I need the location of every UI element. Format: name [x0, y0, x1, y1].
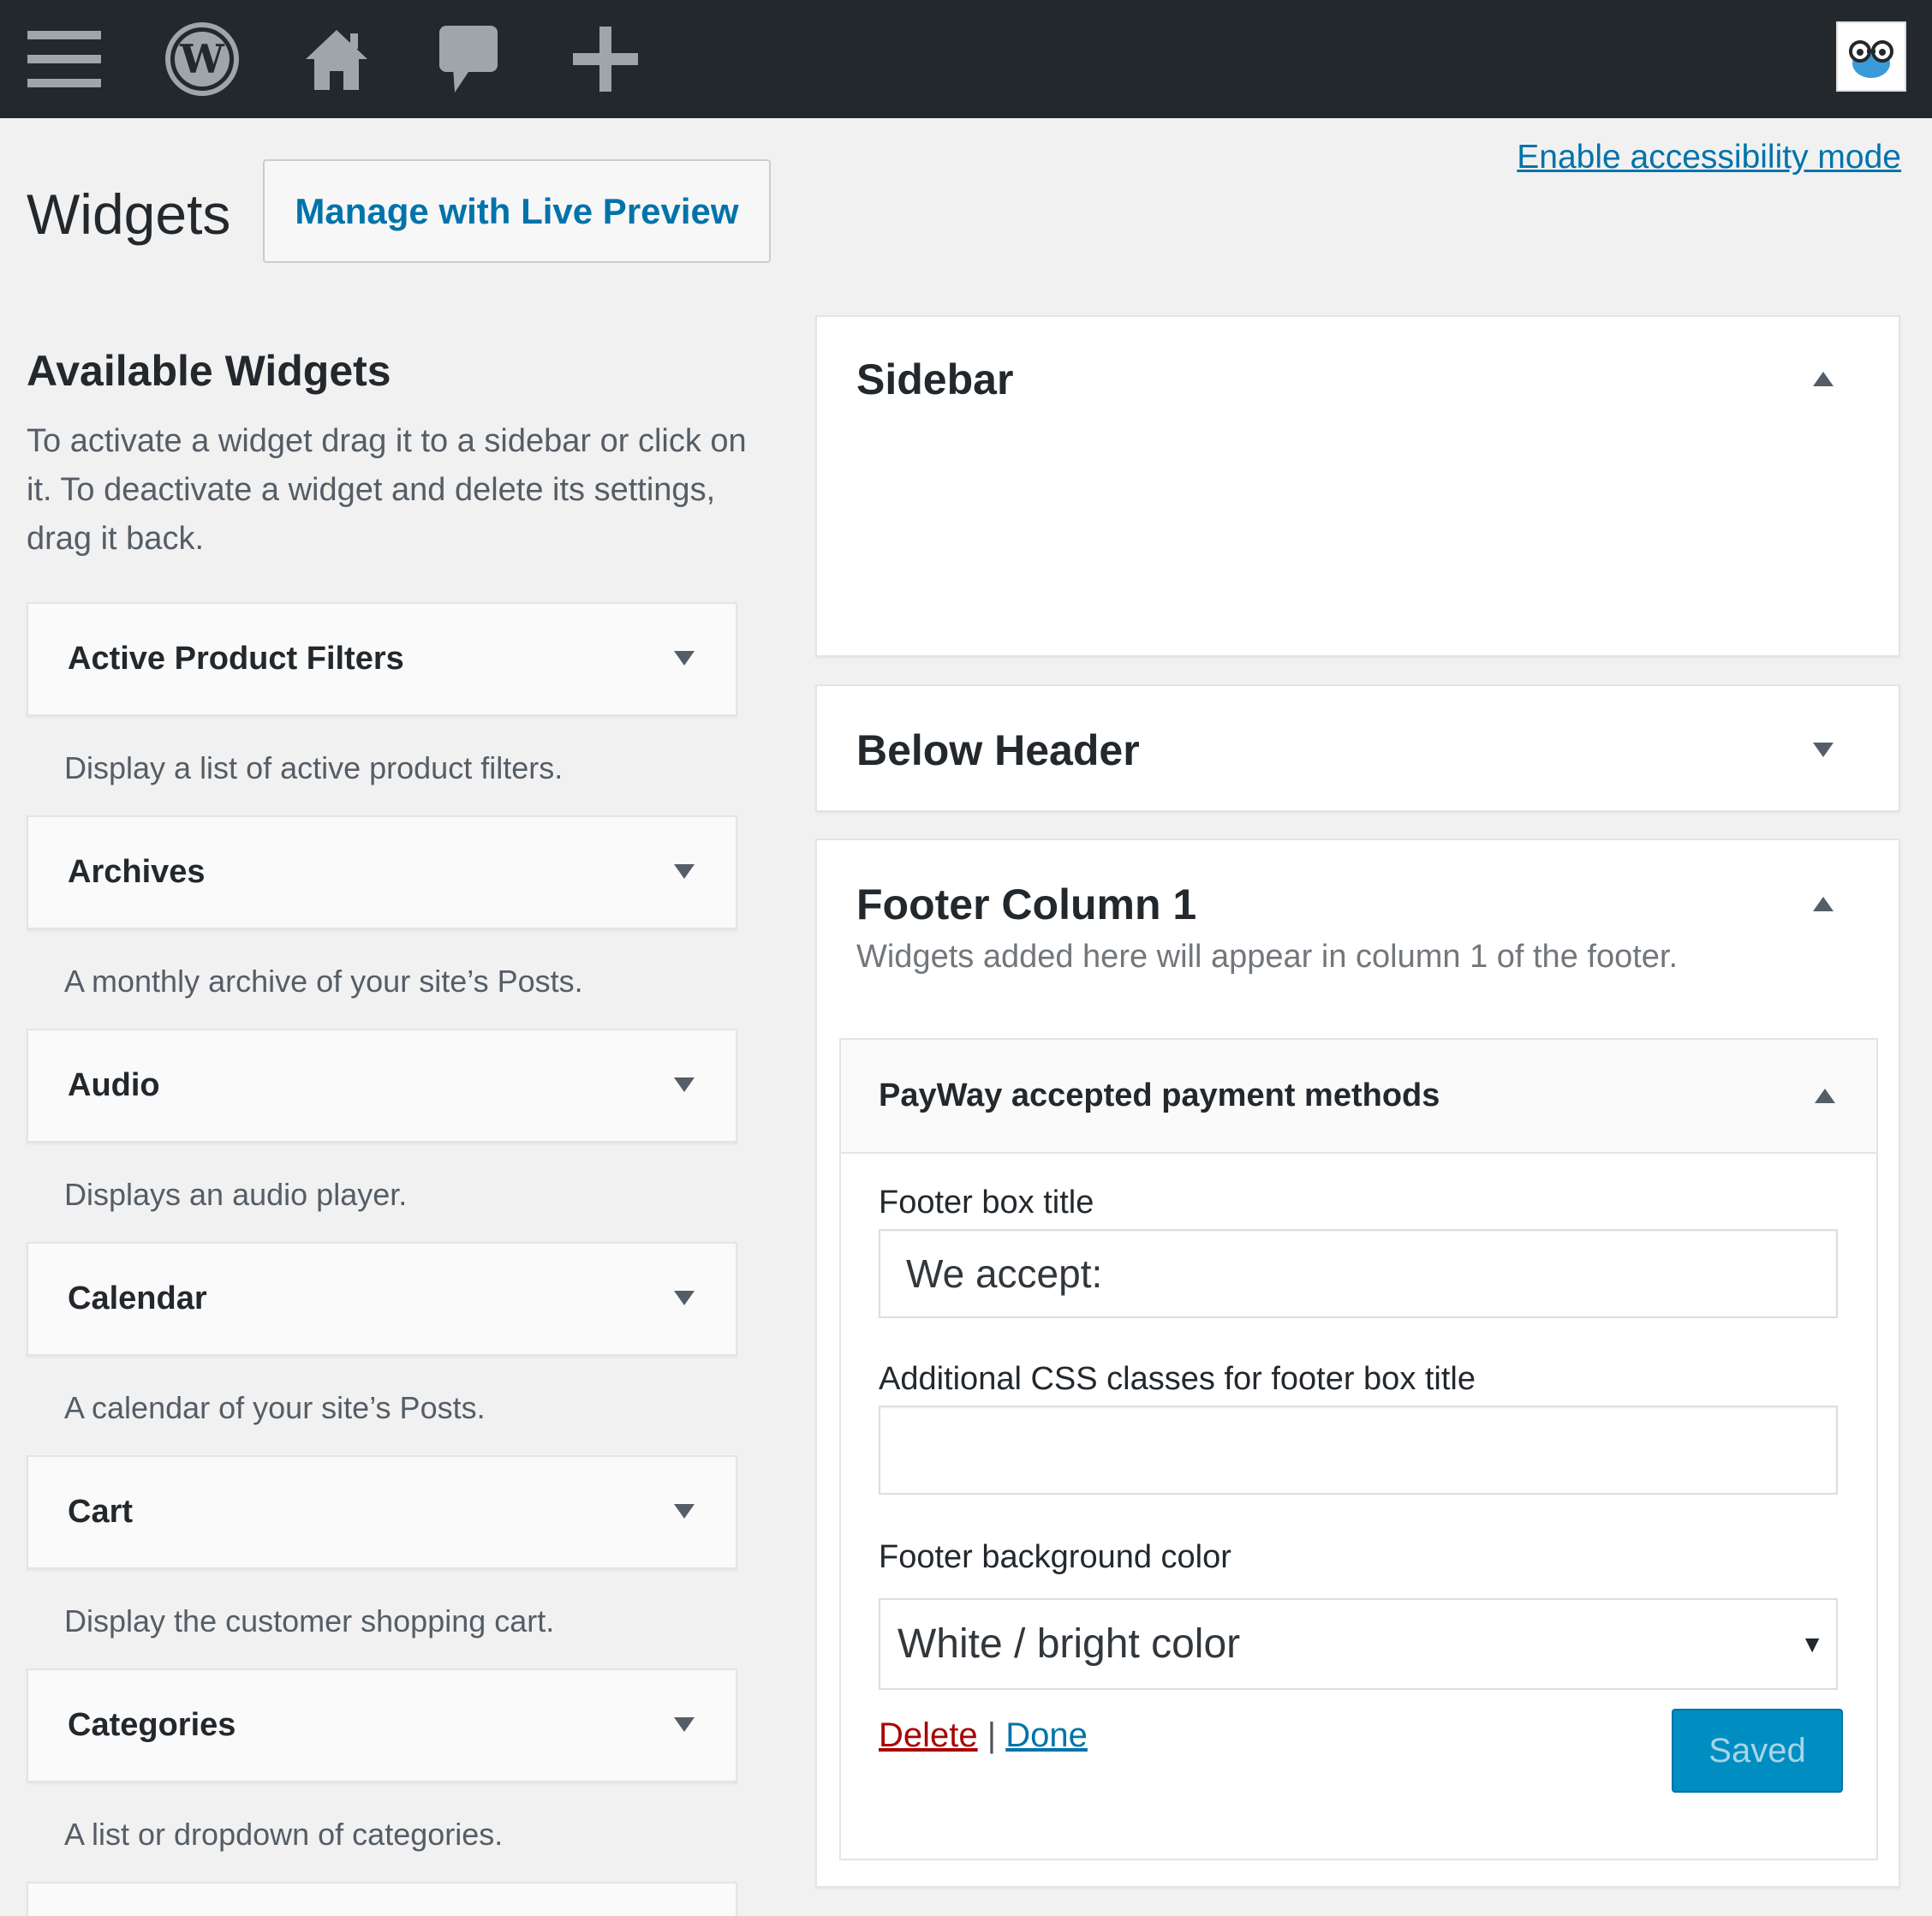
widget-title: Archives	[68, 854, 206, 890]
widget-description: A calendar of your site’s Posts.	[64, 1390, 486, 1425]
chevron-up-icon[interactable]	[1813, 372, 1834, 386]
widget-title: Active Product Filters	[68, 641, 404, 677]
separator: |	[987, 1716, 997, 1754]
enable-accessibility-link[interactable]: Enable accessibility mode	[1517, 139, 1901, 176]
area-title: Sidebar	[856, 355, 1014, 403]
area-title: Footer Column 1	[856, 880, 1197, 928]
manage-live-preview-button[interactable]: Manage with Live Preview	[263, 159, 771, 263]
chevron-down-icon[interactable]	[674, 1716, 695, 1732]
sidebar-area-sidebar[interactable]: Sidebar	[815, 315, 1900, 657]
footer-box-title-label: Footer box title	[879, 1185, 1094, 1221]
widget-active-product-filters[interactable]: Active Product Filters	[27, 602, 737, 716]
dropdown-arrow-icon: ▼	[1800, 1630, 1824, 1657]
delete-link[interactable]: Delete	[879, 1716, 978, 1754]
widget-title: PayWay accepted payment methods	[879, 1077, 1440, 1113]
widget-header[interactable]: PayWay accepted payment methods	[841, 1040, 1876, 1154]
widget-cart[interactable]: Cart	[27, 1455, 737, 1569]
chevron-down-icon[interactable]	[674, 1290, 695, 1305]
admin-bar: W	[0, 0, 1932, 118]
widget-actions: Delete | Done	[879, 1716, 1088, 1755]
chevron-down-icon[interactable]	[674, 1077, 695, 1092]
comment-icon[interactable]	[426, 19, 511, 99]
widget-title: Categories	[68, 1707, 236, 1743]
page-title: Widgets	[27, 182, 231, 246]
wordpress-logo-icon[interactable]: W	[159, 19, 245, 99]
svg-text:W: W	[179, 36, 225, 82]
footer-bg-color-label: Footer background color	[879, 1539, 1231, 1575]
chevron-down-icon[interactable]	[674, 650, 695, 666]
chevron-up-icon[interactable]	[1813, 897, 1834, 911]
widget-title: Audio	[68, 1067, 160, 1103]
footer-bg-color-select[interactable]: White / bright color ▼	[879, 1598, 1838, 1690]
widget-description: Display the customer shopping cart.	[64, 1603, 555, 1638]
css-classes-input[interactable]	[879, 1406, 1838, 1495]
widget-audio[interactable]: Audio	[27, 1029, 737, 1143]
user-avatar[interactable]	[1836, 21, 1906, 92]
area-description: Widgets added here will appear in column…	[856, 939, 1679, 975]
widget-description: Display a list of active product filters…	[64, 750, 564, 785]
area-title: Below Header	[856, 726, 1140, 774]
widget-description: Displays an audio player.	[64, 1177, 408, 1212]
widget-archives[interactable]: Archives	[27, 815, 737, 929]
footer-box-title-input[interactable]	[879, 1229, 1838, 1318]
widget-title: Calendar	[68, 1280, 207, 1316]
done-link[interactable]: Done	[1005, 1716, 1088, 1754]
sidebar-area-footer-column-1[interactable]: Footer Column 1 Widgets added here will …	[815, 839, 1900, 1888]
chevron-down-icon[interactable]	[674, 1503, 695, 1519]
plus-icon[interactable]	[563, 19, 648, 99]
chevron-down-icon[interactable]	[674, 863, 695, 879]
widget-description: A monthly archive of your site’s Posts.	[64, 964, 583, 999]
widget-title: Cart	[68, 1494, 134, 1530]
widget-payway-payment-methods: PayWay accepted payment methods Footer b…	[839, 1038, 1878, 1860]
available-widgets-heading: Available Widgets	[27, 347, 391, 395]
saved-button[interactable]: Saved	[1672, 1709, 1843, 1793]
home-icon[interactable]	[294, 19, 379, 99]
chevron-down-icon[interactable]	[1813, 743, 1834, 757]
available-widgets-description: To activate a widget drag it to a sideba…	[27, 423, 747, 557]
widget-categories[interactable]: Categories	[27, 1668, 737, 1782]
widget-calendar[interactable]: Calendar	[27, 1242, 737, 1356]
chevron-up-icon[interactable]	[1815, 1089, 1835, 1103]
css-classes-label: Additional CSS classes for footer box ti…	[879, 1361, 1476, 1397]
sidebar-area-below-header[interactable]: Below Header	[815, 684, 1900, 812]
widget-next-partial[interactable]	[27, 1882, 737, 1916]
menu-icon[interactable]	[21, 19, 107, 99]
widget-description: A list or dropdown of categories.	[64, 1817, 504, 1852]
select-value: White / bright color	[897, 1621, 1241, 1667]
